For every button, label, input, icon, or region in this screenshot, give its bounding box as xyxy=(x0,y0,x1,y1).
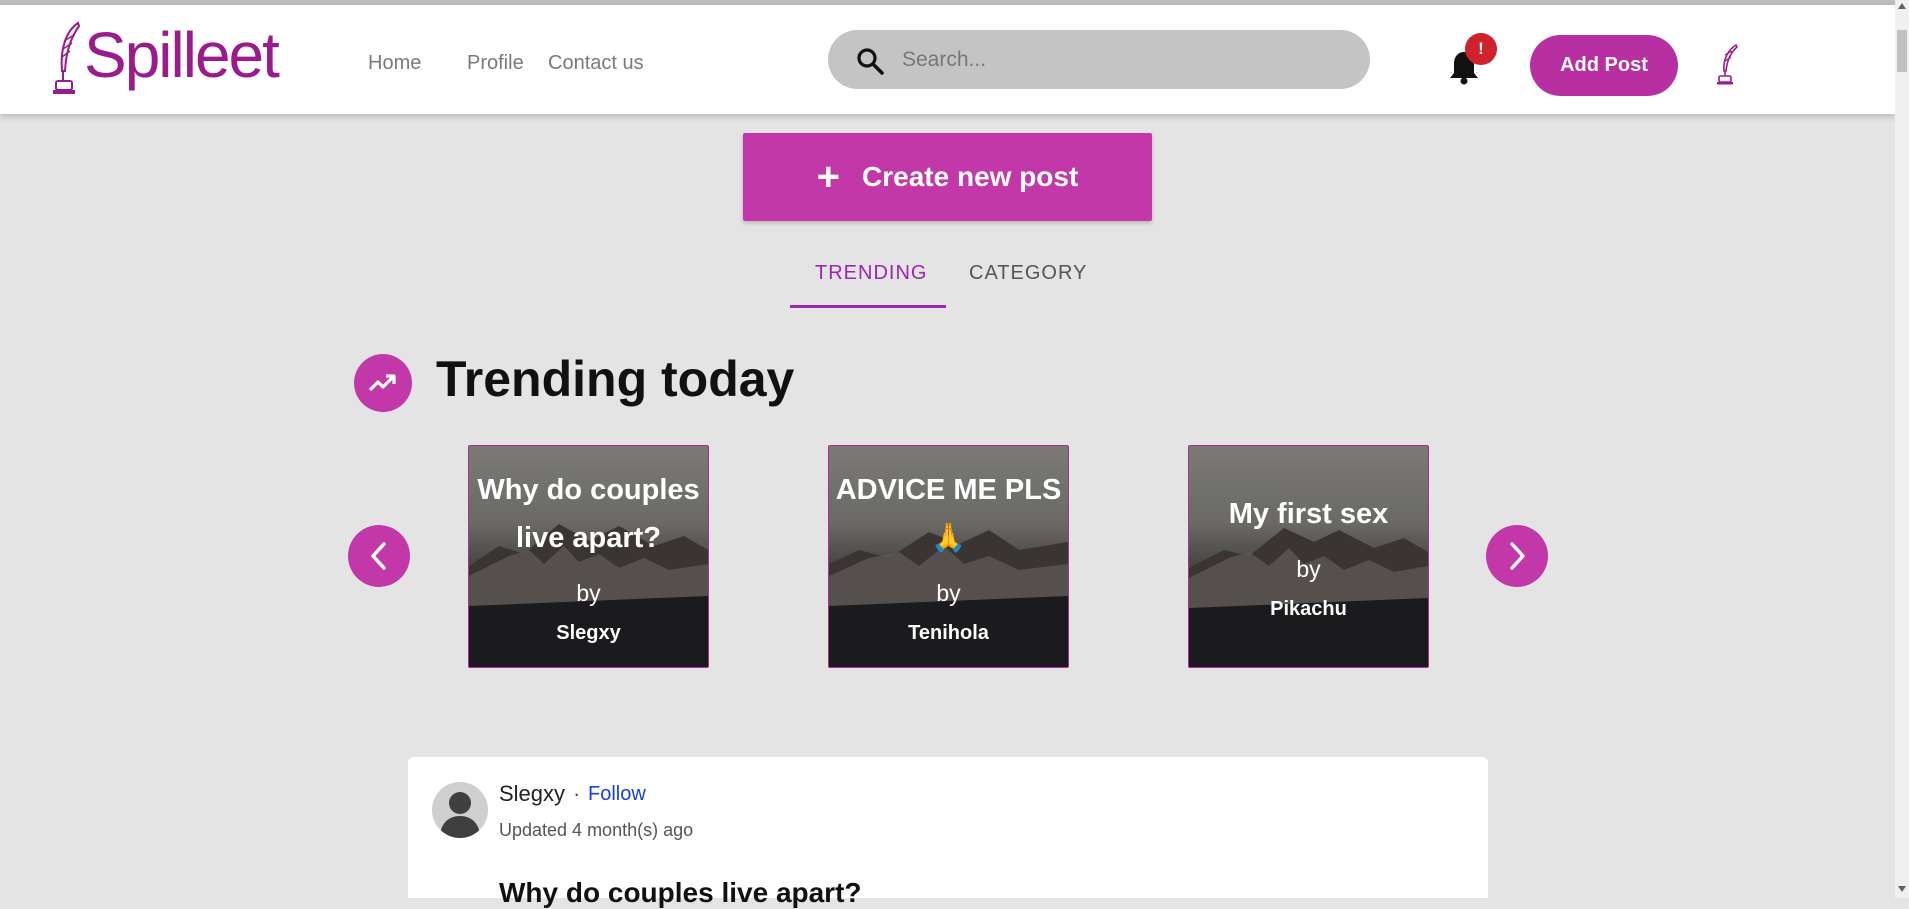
search-bar[interactable] xyxy=(828,30,1370,89)
carousel-prev-button[interactable] xyxy=(348,525,410,587)
card-by-label: by xyxy=(1296,556,1321,582)
top-header: Spilleet Home Profile Contact us ! Add P… xyxy=(0,5,1895,114)
user-quill-icon[interactable] xyxy=(1715,43,1739,85)
praying-hands-emoji: 🙏 xyxy=(931,522,966,553)
create-new-post-button[interactable]: + Create new post xyxy=(743,133,1152,221)
card-title: My first sex xyxy=(1228,498,1389,530)
tab-trending[interactable]: TRENDING xyxy=(815,262,927,285)
nav-profile[interactable]: Profile xyxy=(467,52,524,75)
search-icon xyxy=(857,48,884,75)
card-title: ADVICE ME PLS xyxy=(835,474,1062,506)
post-title[interactable]: Why do couples live apart? xyxy=(499,877,862,909)
chevron-right-icon xyxy=(1510,542,1525,570)
avatar[interactable] xyxy=(432,782,488,838)
trending-card[interactable]: Why do couples live apart? by Slegxy xyxy=(468,445,709,668)
scrollbar-thumb[interactable] xyxy=(1897,30,1907,72)
card-author[interactable]: Tenihola xyxy=(829,622,1068,645)
notification-badge: ! xyxy=(1465,33,1497,65)
nav-home[interactable]: Home xyxy=(368,52,421,75)
create-new-post-label: Create new post xyxy=(862,161,1079,192)
tab-category[interactable]: CATEGORY xyxy=(969,262,1087,285)
plus-icon: + xyxy=(816,155,841,199)
card-author[interactable]: Slegxy xyxy=(469,622,708,645)
card-title: Why do couples live apart? xyxy=(477,474,700,554)
active-tab-indicator xyxy=(790,305,946,308)
post-author[interactable]: Slegxy xyxy=(499,781,565,807)
add-post-button[interactable]: Add Post xyxy=(1530,35,1678,96)
scroll-up-arrow-icon[interactable] xyxy=(1898,3,1906,9)
carousel-next-button[interactable] xyxy=(1486,525,1548,587)
search-input[interactable] xyxy=(900,40,1344,80)
separator-dot: · xyxy=(573,781,581,806)
app-logo[interactable]: Spilleet xyxy=(52,19,280,95)
trending-badge xyxy=(354,354,412,412)
page-scrollbar[interactable] xyxy=(1895,0,1909,898)
quill-logo-icon xyxy=(53,21,81,94)
user-avatar-icon xyxy=(440,792,480,838)
chevron-left-icon xyxy=(371,542,386,570)
trending-card[interactable]: My first sex by Pikachu xyxy=(1188,445,1429,668)
trending-title: Trending today xyxy=(436,351,795,407)
app-name: Spilleet xyxy=(84,19,280,91)
trending-card[interactable]: ADVICE ME PLS 🙏 by Tenihola xyxy=(828,445,1069,668)
card-author[interactable]: Pikachu xyxy=(1189,598,1428,621)
trending-up-icon xyxy=(368,374,396,392)
card-by-label: by xyxy=(576,580,601,606)
card-by-label: by xyxy=(936,580,961,606)
post-updated-time: Updated 4 month(s) ago xyxy=(499,820,694,840)
follow-link[interactable]: Follow xyxy=(588,783,646,806)
post-card: Slegxy · Follow Updated 4 month(s) ago W… xyxy=(408,757,1488,908)
nav-contact[interactable]: Contact us xyxy=(548,52,644,75)
scroll-down-arrow-icon[interactable] xyxy=(1898,886,1906,892)
